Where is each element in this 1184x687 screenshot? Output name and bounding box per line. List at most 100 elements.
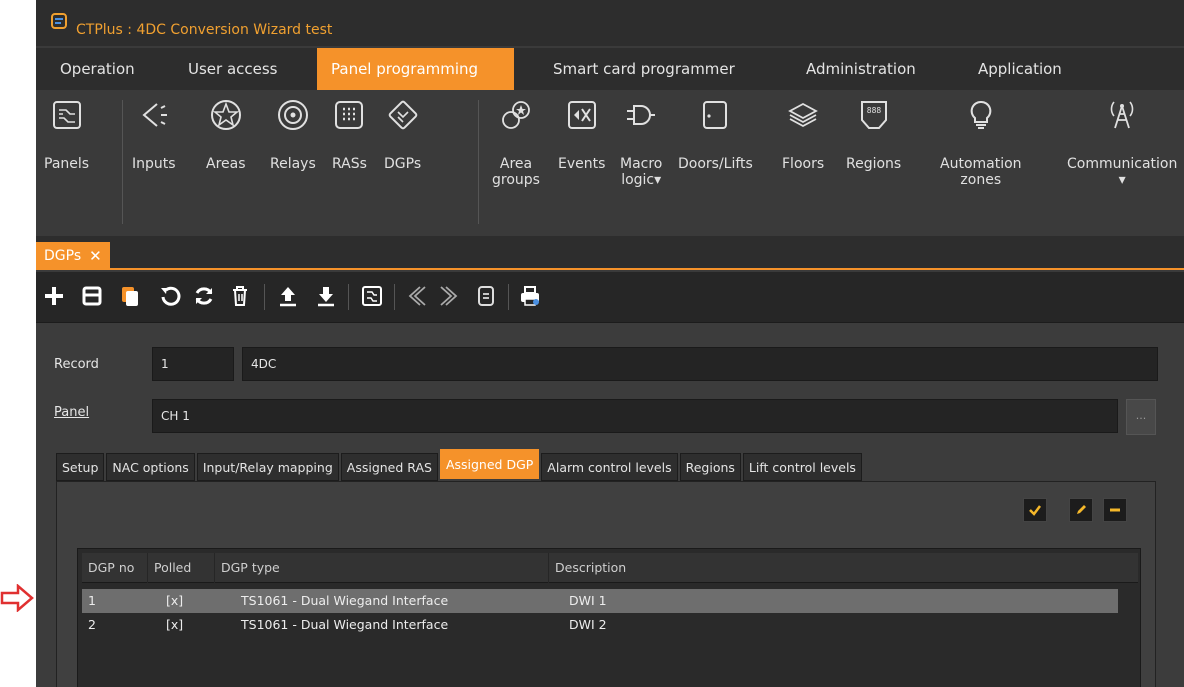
dgp-table: DGP no Polled DGP type Description 1 [x]… bbox=[77, 548, 1141, 687]
column-header-dgp-no[interactable]: DGP no bbox=[82, 553, 148, 583]
red-arrow-pointer-icon bbox=[0, 584, 34, 612]
upload-icon bbox=[280, 287, 296, 307]
document-tab-strip: DGPs ✕ bbox=[36, 236, 1184, 270]
refresh-button[interactable] bbox=[190, 282, 218, 310]
ribbon-events-button[interactable]: Events bbox=[558, 98, 605, 172]
map-icon bbox=[362, 286, 382, 306]
undo-icon bbox=[161, 286, 181, 306]
print-button[interactable] bbox=[516, 282, 544, 310]
menu-operation[interactable]: Operation bbox=[46, 48, 149, 90]
svg-text:888: 888 bbox=[866, 106, 881, 115]
table-row[interactable]: 2 [x] TS1061 - Dual Wiegand Interface DW… bbox=[82, 613, 1118, 637]
ribbon-area-groups-button[interactable]: Area groups bbox=[492, 98, 540, 188]
download-icon bbox=[318, 287, 334, 307]
ribbon-macro-logic-button[interactable]: Macro logic▾ bbox=[620, 98, 662, 188]
column-header-description[interactable]: Description bbox=[549, 553, 1138, 583]
column-header-dgp-type[interactable]: DGP type bbox=[215, 553, 549, 583]
ribbon-panels-button[interactable]: Panels bbox=[44, 98, 89, 172]
ribbon-dgps-button[interactable]: DGPs bbox=[384, 98, 421, 172]
tab-nac-options[interactable]: NAC options bbox=[106, 453, 195, 481]
ribbon-rass-button[interactable]: RASs bbox=[332, 98, 367, 172]
next-button[interactable] bbox=[436, 282, 464, 310]
ribbon-label-2: logic▾ bbox=[621, 172, 662, 188]
delete-button[interactable] bbox=[226, 282, 254, 310]
panel-link[interactable]: Panel bbox=[54, 405, 89, 420]
check-button[interactable] bbox=[1023, 498, 1047, 522]
tab-assigned-ras[interactable]: Assigned RAS bbox=[340, 453, 438, 481]
cell-polled: [x] bbox=[166, 593, 184, 608]
cell-dgp-no: 2 bbox=[88, 617, 96, 632]
panel-browse-button[interactable]: ... bbox=[1126, 399, 1156, 435]
close-icon[interactable]: ✕ bbox=[89, 242, 102, 270]
inputs-icon bbox=[142, 103, 167, 127]
ribbon-label: DGPs bbox=[384, 156, 422, 172]
record-name-field[interactable]: 4DC bbox=[242, 347, 1158, 381]
previous-button[interactable] bbox=[402, 282, 430, 310]
column-header-polled[interactable]: Polled bbox=[148, 553, 215, 583]
toolbar-separator bbox=[348, 284, 349, 310]
ribbon-separator bbox=[122, 100, 123, 224]
next-icon bbox=[440, 286, 458, 306]
ribbon-label: Areas bbox=[206, 156, 246, 172]
notes-button[interactable] bbox=[472, 282, 500, 310]
ribbon-doors-lifts-button[interactable]: Doors/Lifts bbox=[678, 98, 753, 172]
document-tab-dgps[interactable]: DGPs ✕ bbox=[36, 242, 110, 270]
ribbon-label-2: ▾ bbox=[1118, 172, 1126, 188]
menu-user-access[interactable]: User access bbox=[174, 48, 292, 90]
table-row[interactable]: 1 [x] TS1061 - Dual Wiegand Interface DW… bbox=[82, 589, 1118, 613]
record-number-field[interactable]: 1 bbox=[152, 347, 234, 381]
panel-field[interactable]: CH 1 bbox=[152, 399, 1118, 433]
events-icon bbox=[567, 101, 596, 129]
cell-dgp-type: TS1061 - Dual Wiegand Interface bbox=[241, 617, 449, 632]
ribbon-floors-button[interactable]: Floors bbox=[782, 98, 824, 172]
add-button[interactable] bbox=[40, 282, 68, 310]
tab-regions[interactable]: Regions bbox=[679, 453, 741, 481]
tab-input-relay-mapping[interactable]: Input/Relay mapping bbox=[196, 453, 339, 481]
ribbon-label: Communication bbox=[1067, 156, 1178, 172]
ribbon-label: Automation bbox=[940, 156, 1022, 172]
communication-icon bbox=[1110, 101, 1134, 129]
ribbon-regions-button[interactable]: 888 Regions bbox=[846, 98, 901, 172]
save-button[interactable] bbox=[78, 282, 106, 310]
dgp-icon bbox=[388, 100, 417, 130]
ribbon-label: Area bbox=[499, 156, 533, 172]
menu-administration[interactable]: Administration bbox=[792, 48, 930, 90]
ribbon-label: RASs bbox=[332, 156, 367, 172]
panels-icon bbox=[52, 101, 81, 129]
record-toolbar bbox=[36, 272, 1184, 322]
remove-button[interactable] bbox=[1103, 498, 1127, 522]
ribbon-relays-button[interactable]: Relays bbox=[270, 98, 316, 172]
download-button[interactable] bbox=[312, 282, 340, 310]
regions-icon: 888 bbox=[860, 101, 887, 129]
tab-alarm-control-levels[interactable]: Alarm control levels bbox=[541, 453, 678, 481]
tab-assigned-dgp[interactable]: Assigned DGP bbox=[439, 449, 540, 479]
undo-button[interactable] bbox=[156, 282, 184, 310]
menu-bar: Operation User access Panel programming … bbox=[36, 48, 1184, 90]
edit-button[interactable] bbox=[1069, 498, 1093, 522]
delete-icon bbox=[233, 286, 247, 306]
tab-setup[interactable]: Setup bbox=[56, 453, 105, 481]
menu-smart-card-programmer[interactable]: Smart card programmer bbox=[539, 48, 749, 90]
upload-button[interactable] bbox=[274, 282, 302, 310]
check-icon bbox=[1029, 505, 1041, 516]
ribbon-toolbar: Panels Inputs Areas Relays RASs DGPs Are… bbox=[36, 90, 1184, 236]
area-groups-icon bbox=[502, 101, 530, 129]
menu-application[interactable]: Application bbox=[964, 48, 1076, 90]
ribbon-label: Inputs bbox=[132, 156, 176, 172]
bulb-icon bbox=[970, 100, 992, 129]
menu-panel-programming[interactable]: Panel programming bbox=[317, 48, 514, 90]
tab-lift-control-levels[interactable]: Lift control levels bbox=[742, 453, 862, 481]
toolbar-separator bbox=[394, 284, 395, 310]
record-label: Record bbox=[54, 357, 99, 372]
ribbon-communication-button[interactable]: Communication ▾ bbox=[1067, 98, 1177, 188]
copy-button[interactable] bbox=[116, 282, 144, 310]
app-window: CTPlus : 4DC Conversion Wizard test Oper… bbox=[36, 0, 1184, 687]
notes-icon bbox=[478, 286, 494, 306]
ribbon-automation-zones-button[interactable]: Automation zones bbox=[940, 98, 1022, 188]
ribbon-inputs-button[interactable]: Inputs bbox=[132, 98, 176, 172]
ribbon-areas-button[interactable]: Areas bbox=[206, 98, 246, 172]
app-logo-icon bbox=[51, 13, 67, 29]
print-icon bbox=[521, 286, 539, 306]
map-button[interactable] bbox=[358, 282, 386, 310]
toolbar-separator bbox=[508, 284, 509, 310]
